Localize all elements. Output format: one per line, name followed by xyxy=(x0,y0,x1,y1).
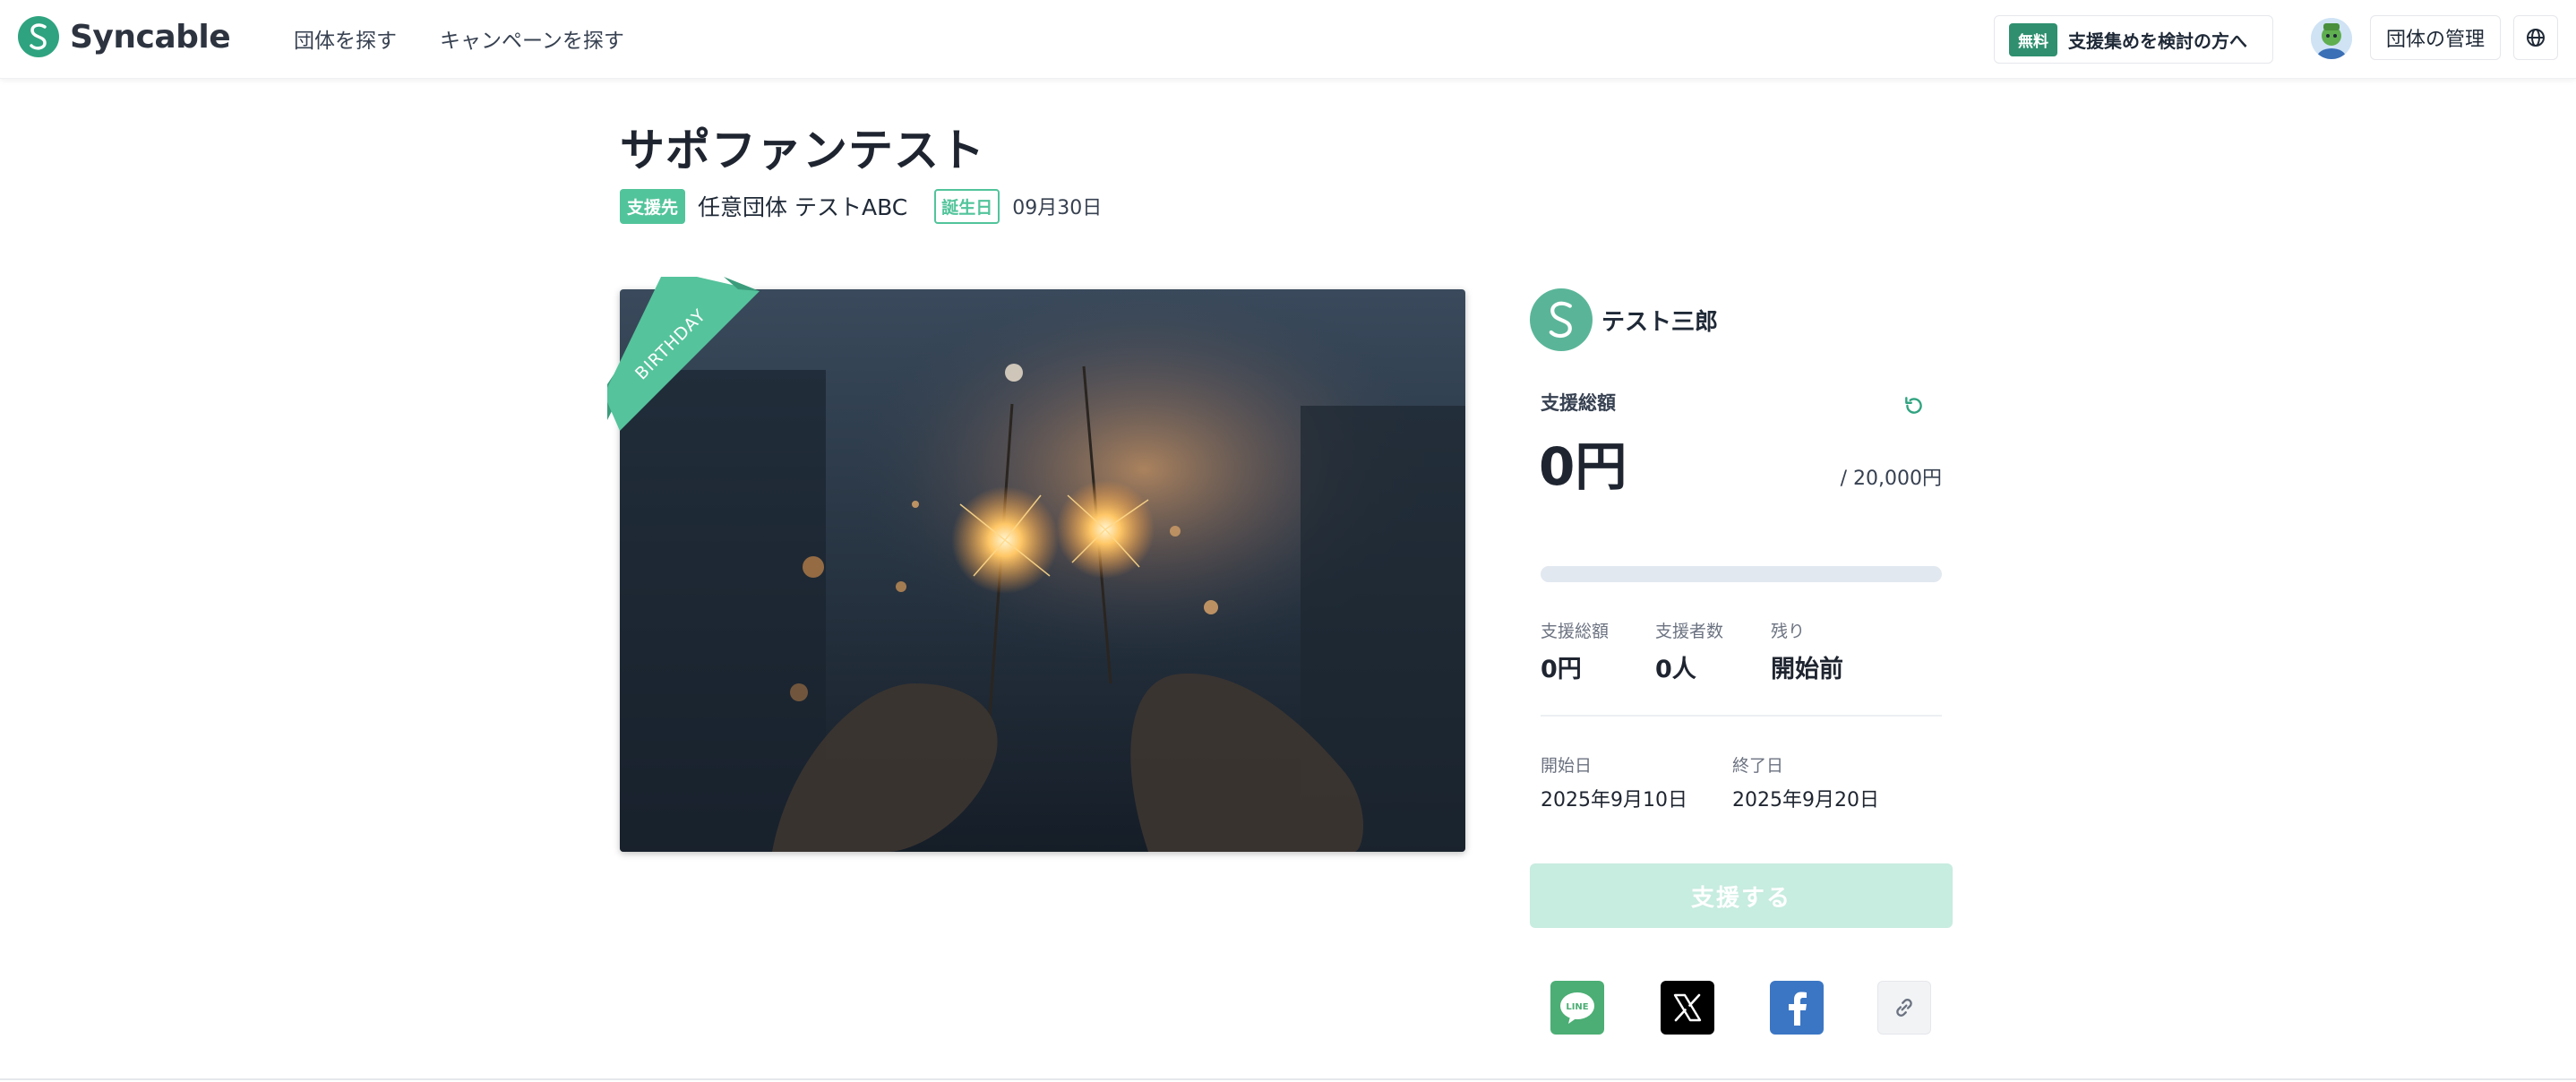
stat-total-label: 支援総額 xyxy=(1541,622,1610,641)
birthday-ribbon: BIRTHDAY xyxy=(607,277,786,456)
stat-remaining: 残り 開始前 xyxy=(1771,618,1843,684)
owner-name: テスト三郎 xyxy=(1601,308,1719,336)
manage-organization-button[interactable]: 団体の管理 xyxy=(2370,15,2501,60)
link-icon xyxy=(1896,999,1912,1017)
support-button[interactable]: 支援する xyxy=(1530,863,1953,928)
top-header: Syncable 団体を探す キャンペーンを探す 無料 支援集めを検討の方へ 団… xyxy=(0,0,2576,79)
line-icon-text: LINE xyxy=(1566,1002,1588,1012)
footer-divider xyxy=(0,1078,2576,1080)
main-nav: 団体を探す キャンペーンを探す xyxy=(294,23,624,54)
total-amount-label: 支援総額 xyxy=(1541,392,1616,414)
start-date-value: 2025年9月10日 xyxy=(1541,789,1687,812)
stat-supporters-label: 支援者数 xyxy=(1655,622,1724,641)
owner-avatar xyxy=(1530,288,1593,351)
birthday-date: 09月30日 xyxy=(1012,197,1103,219)
campaign-owner[interactable]: テスト三郎 xyxy=(1530,288,1718,351)
start-date: 開始日 2025年9月10日 xyxy=(1541,752,1687,812)
goal-amount: / 20,000円 xyxy=(1840,468,1942,490)
start-date-label: 開始日 xyxy=(1541,756,1593,776)
fundraising-info-button[interactable]: 無料 支援集めを検討の方へ xyxy=(1994,15,2273,64)
syncable-logo-icon xyxy=(18,16,59,57)
x-logo-icon xyxy=(1673,993,1702,1022)
share-x-button[interactable] xyxy=(1661,981,1714,1035)
line-icon: LINE xyxy=(1560,992,1594,1024)
end-date-label: 終了日 xyxy=(1732,756,1784,776)
brand-name: Syncable xyxy=(70,18,231,56)
free-badge: 無料 xyxy=(2009,22,2057,56)
end-date: 終了日 2025年9月20日 xyxy=(1732,752,1879,812)
stat-supporters: 支援者数 0人 xyxy=(1655,618,1723,684)
campaign-title: サポファンテスト xyxy=(620,125,985,176)
user-avatar[interactable] xyxy=(2311,18,2352,59)
language-button[interactable] xyxy=(2513,15,2558,60)
share-facebook-button[interactable] xyxy=(1770,981,1824,1035)
fundraising-info-label: 支援集めを検討の方へ xyxy=(2068,30,2247,52)
total-amount: 0円 xyxy=(1539,436,1627,497)
progress-bar xyxy=(1541,566,1942,582)
refresh-icon[interactable] xyxy=(1902,394,1926,417)
campaign-meta: 支援先 任意団体 テストABC 誕生日 09月30日 xyxy=(620,188,1102,224)
copy-link-button[interactable] xyxy=(1877,981,1931,1035)
panel-divider xyxy=(1541,715,1942,717)
nav-find-campaigns[interactable]: キャンペーンを探す xyxy=(440,23,624,54)
recipient-name[interactable]: 任意団体 テストABC xyxy=(698,190,907,222)
syncable-logo[interactable]: Syncable xyxy=(18,16,231,57)
recipient-tag: 支援先 xyxy=(620,188,686,224)
stat-supporters-value: 0人 xyxy=(1655,656,1696,683)
share-line-button[interactable]: LINE xyxy=(1550,981,1604,1035)
birthday-tag: 誕生日 xyxy=(934,188,1000,224)
end-date-value: 2025年9月20日 xyxy=(1732,789,1879,812)
nav-find-organizations[interactable]: 団体を探す xyxy=(294,23,397,54)
stat-remaining-label: 残り xyxy=(1771,622,1806,641)
globe-icon xyxy=(2527,29,2545,47)
stat-remaining-value: 開始前 xyxy=(1771,656,1843,683)
stat-total: 支援総額 0円 xyxy=(1541,618,1609,684)
facebook-icon xyxy=(1789,992,1807,1026)
stat-total-value: 0円 xyxy=(1541,656,1582,683)
